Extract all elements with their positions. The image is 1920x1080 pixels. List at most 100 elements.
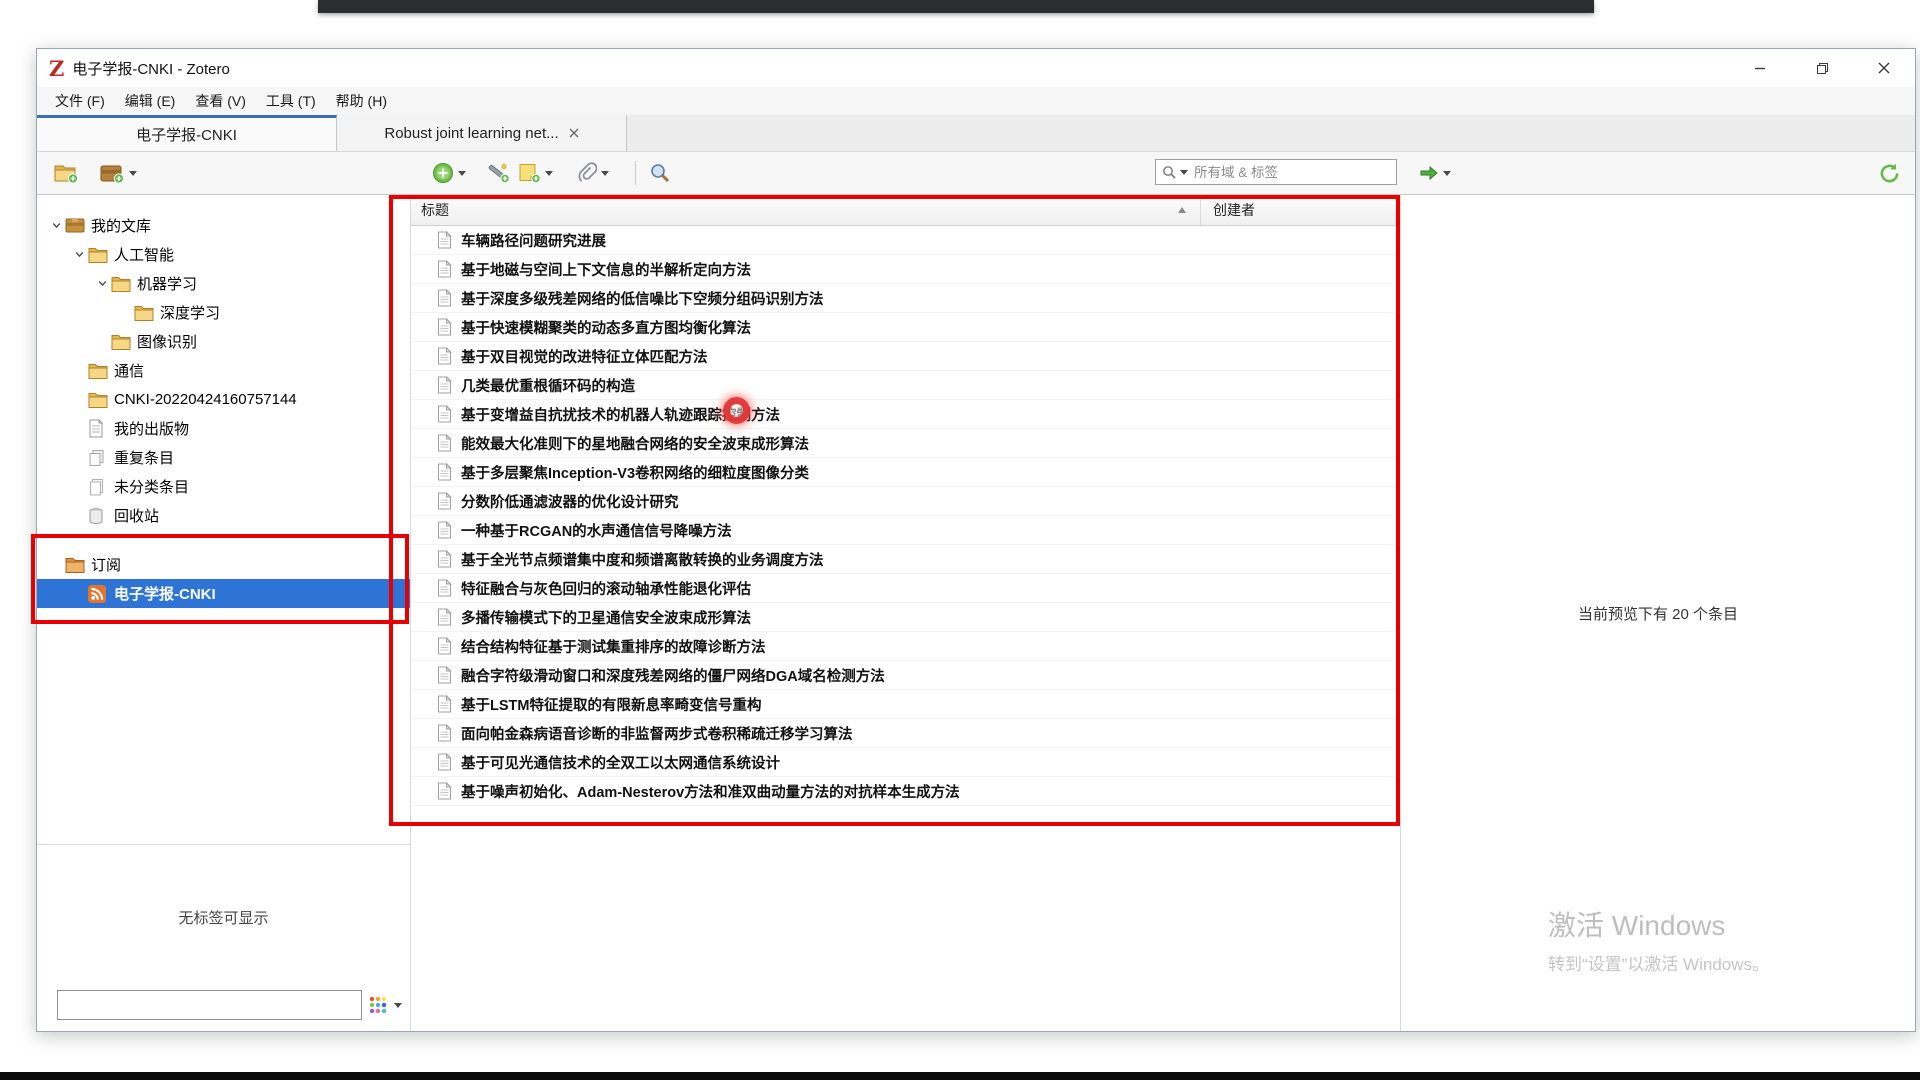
item-row[interactable]: 基于双目视觉的改进特征立体匹配方法 xyxy=(411,342,1400,371)
new-library-button[interactable] xyxy=(99,159,137,187)
search-scope-dropdown-icon[interactable] xyxy=(1180,170,1188,175)
new-note-button[interactable] xyxy=(517,159,553,187)
item-title: 基于快速模糊聚类的动态多直方图均衡化算法 xyxy=(461,317,751,338)
tab-library[interactable]: 电子学报-CNKI xyxy=(37,115,337,151)
add-by-identifier-button[interactable] xyxy=(485,159,509,187)
item-row[interactable]: 基于噪声初始化、Adam-Nesterov方法和准双曲动量方法的对抗样本生成方法 xyxy=(411,777,1400,806)
menu-view[interactable]: 查看 (V) xyxy=(185,87,256,115)
new-item-button[interactable] xyxy=(432,159,466,187)
item-title: 几类最优重根循环码的构造 xyxy=(461,375,635,396)
collection-row-6-label: CNKI-20220424160757144 xyxy=(114,391,297,408)
new-note-dropdown-icon[interactable] xyxy=(545,171,553,176)
locate-button[interactable] xyxy=(1419,159,1451,187)
item-row[interactable]: 结合结构特征基于测试集重排序的故障诊断方法 xyxy=(411,632,1400,661)
collection-row-6[interactable]: CNKI-20220424160757144 xyxy=(37,385,410,414)
feeds-group-row[interactable]: 订阅 xyxy=(37,550,410,579)
item-row[interactable]: 基于可见光通信技术的全双工以太网通信系统设计 xyxy=(411,748,1400,777)
item-row[interactable]: 基于地磁与空间上下文信息的半解析定向方法 xyxy=(411,255,1400,284)
title-bar[interactable]: Z 电子学报-CNKI - Zotero xyxy=(37,49,1915,87)
item-row[interactable]: 能效最大化准则下的星地融合网络的安全波束成形算法 xyxy=(411,429,1400,458)
tag-color-grid-icon[interactable] xyxy=(368,995,388,1015)
item-row[interactable]: 基于变增益自抗扰技术的机器人轨迹跟踪控制方法 xyxy=(411,400,1400,429)
quick-search-box[interactable] xyxy=(1155,159,1397,185)
new-collection-button[interactable] xyxy=(53,159,79,187)
collection-row-10[interactable]: 回收站 xyxy=(37,501,410,530)
collection-row-8[interactable]: 重复条目 xyxy=(37,443,410,472)
tab-reader[interactable]: Robust joint learning net... xyxy=(337,115,627,151)
item-row[interactable]: 分数阶低通滤波器的优化设计研究 xyxy=(411,487,1400,516)
item-title: 特征融合与灰色回归的滚动轴承性能退化评估 xyxy=(461,578,751,599)
minimize-button[interactable] xyxy=(1729,49,1791,87)
item-row[interactable]: 基于快速模糊聚类的动态多直方图均衡化算法 xyxy=(411,313,1400,342)
screen-bottom-strip xyxy=(0,1072,1920,1080)
collection-row-2[interactable]: 机器学习 xyxy=(37,269,410,298)
sync-button[interactable] xyxy=(1878,159,1901,187)
item-row[interactable]: 特征融合与灰色回归的滚动轴承性能退化评估 xyxy=(411,574,1400,603)
locate-dropdown-icon[interactable] xyxy=(1443,171,1451,176)
item-row[interactable]: 基于LSTM特征提取的有限新息率畸变信号重构 xyxy=(411,690,1400,719)
rss-feed-icon xyxy=(88,585,114,603)
collection-row-3[interactable]: 深度学习 xyxy=(37,298,410,327)
new-library-dropdown-icon[interactable] xyxy=(129,171,137,176)
collection-row-5[interactable]: 通信 xyxy=(37,356,410,385)
document-icon xyxy=(437,637,461,655)
document-icon xyxy=(437,550,461,568)
chevron-expanded-icon[interactable] xyxy=(70,249,88,260)
item-row[interactable]: 基于多层聚焦Inception-V3卷积网络的细粒度图像分类 xyxy=(411,458,1400,487)
folder-icon xyxy=(88,362,114,379)
item-row[interactable]: 一种基于RCGAN的水声通信信号降噪方法 xyxy=(411,516,1400,545)
close-button[interactable] xyxy=(1853,49,1915,87)
add-attachment-button[interactable] xyxy=(577,159,609,187)
search-icon xyxy=(1162,165,1176,179)
tag-filter-input[interactable] xyxy=(57,990,362,1020)
new-item-dropdown-icon[interactable] xyxy=(458,171,466,176)
folder-icon xyxy=(134,304,160,321)
item-title: 基于变增益自抗扰技术的机器人轨迹跟踪控制方法 xyxy=(461,404,780,425)
zotero-logo-icon: Z xyxy=(49,58,64,79)
collection-row-5-label: 通信 xyxy=(114,360,144,381)
item-row[interactable]: 基于全光节点频谱集中度和频谱离散转换的业务调度方法 xyxy=(411,545,1400,574)
collection-row-9[interactable]: 未分类条目 xyxy=(37,472,410,501)
item-row[interactable]: 基于深度多级残差网络的低信噪比下空频分组码识别方法 xyxy=(411,284,1400,313)
feed-row-0-label: 电子学报-CNKI xyxy=(114,583,216,604)
menu-help[interactable]: 帮助 (H) xyxy=(326,87,397,115)
column-header-creator[interactable]: 创建者 xyxy=(1201,195,1400,225)
tag-options-dropdown-icon[interactable] xyxy=(394,1003,402,1008)
collection-row-4[interactable]: 图像识别 xyxy=(37,327,410,356)
item-row[interactable]: 面向帕金森病语音诊断的非监督两步式卷积稀疏迁移学习算法 xyxy=(411,719,1400,748)
chevron-expanded-icon[interactable] xyxy=(93,278,111,289)
collection-row-0-label: 我的文库 xyxy=(91,215,151,236)
item-title: 基于LSTM特征提取的有限新息率畸变信号重构 xyxy=(461,694,761,715)
document-icon xyxy=(437,492,461,510)
folder-icon xyxy=(111,275,137,292)
item-row[interactable]: 多播传输模式下的卫星通信安全波束成形算法 xyxy=(411,603,1400,632)
advanced-search-button[interactable] xyxy=(649,159,671,187)
item-title: 基于全光节点频谱集中度和频谱离散转换的业务调度方法 xyxy=(461,549,824,570)
items-list: 车辆路径问题研究进展基于地磁与空间上下文信息的半解析定向方法基于深度多级残差网络… xyxy=(411,226,1400,1031)
collection-row-7[interactable]: 我的出版物 xyxy=(37,414,410,443)
menu-file[interactable]: 文件 (F) xyxy=(45,87,115,115)
collection-row-1[interactable]: 人工智能 xyxy=(37,240,410,269)
close-tab-icon[interactable] xyxy=(569,128,579,138)
collection-row-0[interactable]: 我的文库 xyxy=(37,211,410,240)
item-row[interactable]: 融合字符级滑动窗口和深度残差网络的僵尸网络DGA域名检测方法 xyxy=(411,661,1400,690)
collection-row-9-label: 未分类条目 xyxy=(114,476,189,497)
quick-search-input[interactable] xyxy=(1192,164,1390,181)
item-title: 基于噪声初始化、Adam-Nesterov方法和准双曲动量方法的对抗样本生成方法 xyxy=(461,781,960,802)
main-content: 我的文库人工智能机器学习深度学习图像识别通信 CNKI-2022042416075… xyxy=(37,195,1915,1031)
restore-button[interactable] xyxy=(1791,49,1853,87)
document-icon xyxy=(437,260,461,278)
chevron-expanded-icon[interactable] xyxy=(47,220,65,231)
menu-tools[interactable]: 工具 (T) xyxy=(256,87,326,115)
document-icon xyxy=(437,434,461,452)
feeds-group-row-label: 订阅 xyxy=(91,554,121,575)
item-row[interactable]: 几类最优重根循环码的构造 xyxy=(411,371,1400,400)
document-icon xyxy=(437,318,461,336)
feed-row-0[interactable]: 电子学报-CNKI xyxy=(37,579,410,608)
item-row[interactable]: 车辆路径问题研究进展 xyxy=(411,226,1400,255)
column-header-title[interactable]: 标题 xyxy=(411,195,1201,225)
duplicates-icon xyxy=(88,449,114,467)
tree-gap xyxy=(37,530,410,550)
attachment-dropdown-icon[interactable] xyxy=(601,171,609,176)
menu-edit[interactable]: 编辑 (E) xyxy=(115,87,186,115)
